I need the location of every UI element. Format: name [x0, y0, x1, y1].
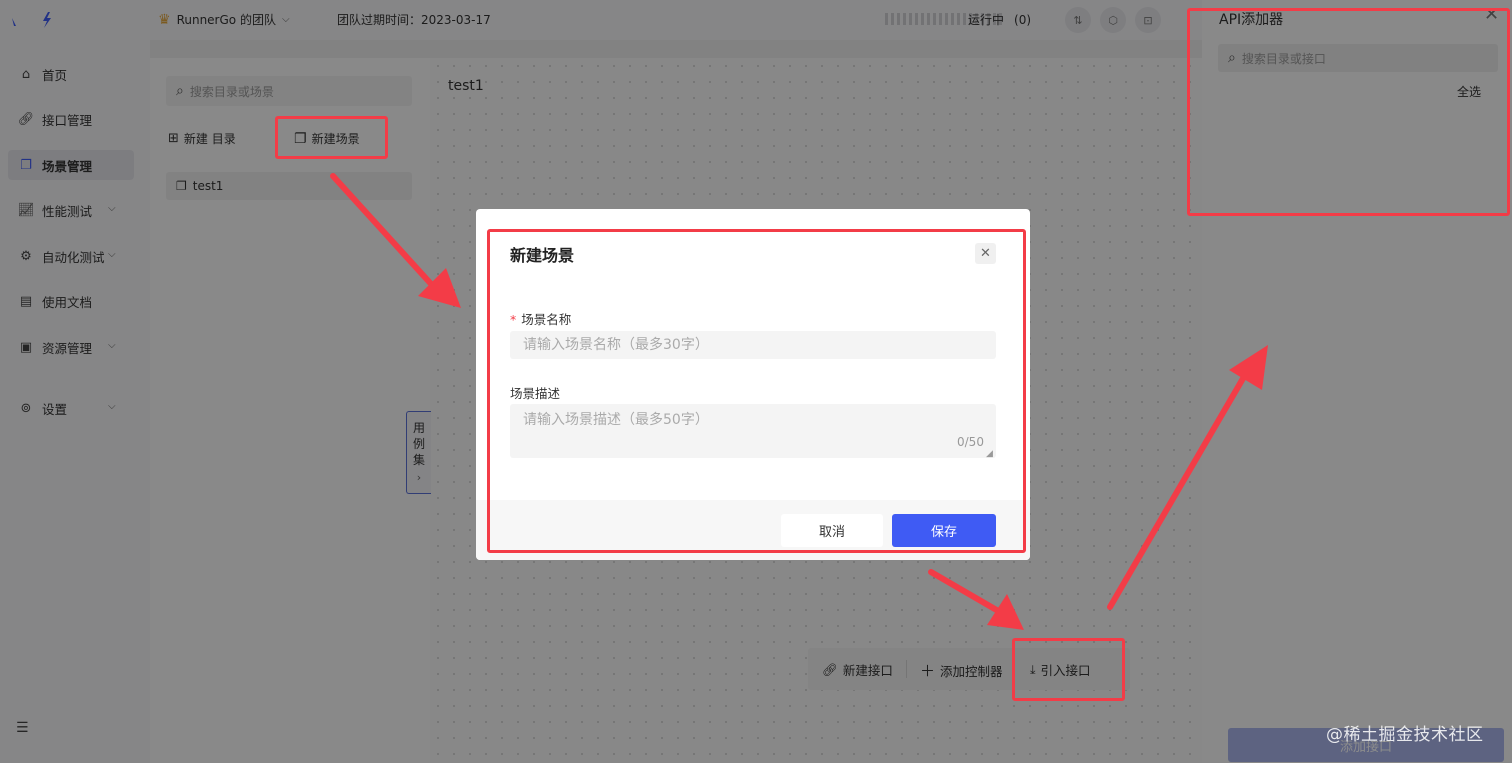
annotation-box-dialog [487, 229, 1026, 553]
annotation-box-api-drawer [1187, 8, 1510, 216]
watermark: @稀土掘金技术社区 [1326, 725, 1484, 745]
annotation-box-import-api [1012, 638, 1125, 701]
annotation-box-new-scene [275, 116, 388, 159]
